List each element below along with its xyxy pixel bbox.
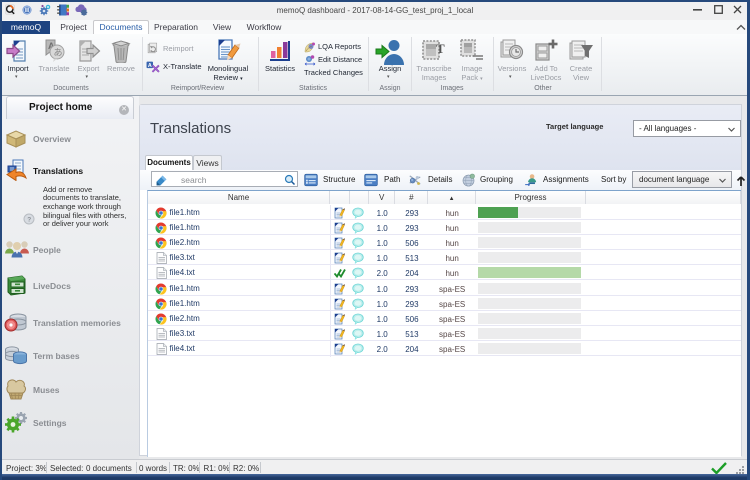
svg-text:あ: あ [54, 48, 63, 58]
svg-text:?: ? [27, 217, 31, 224]
svg-text:T: T [436, 41, 445, 56]
svg-text:A: A [148, 63, 152, 69]
